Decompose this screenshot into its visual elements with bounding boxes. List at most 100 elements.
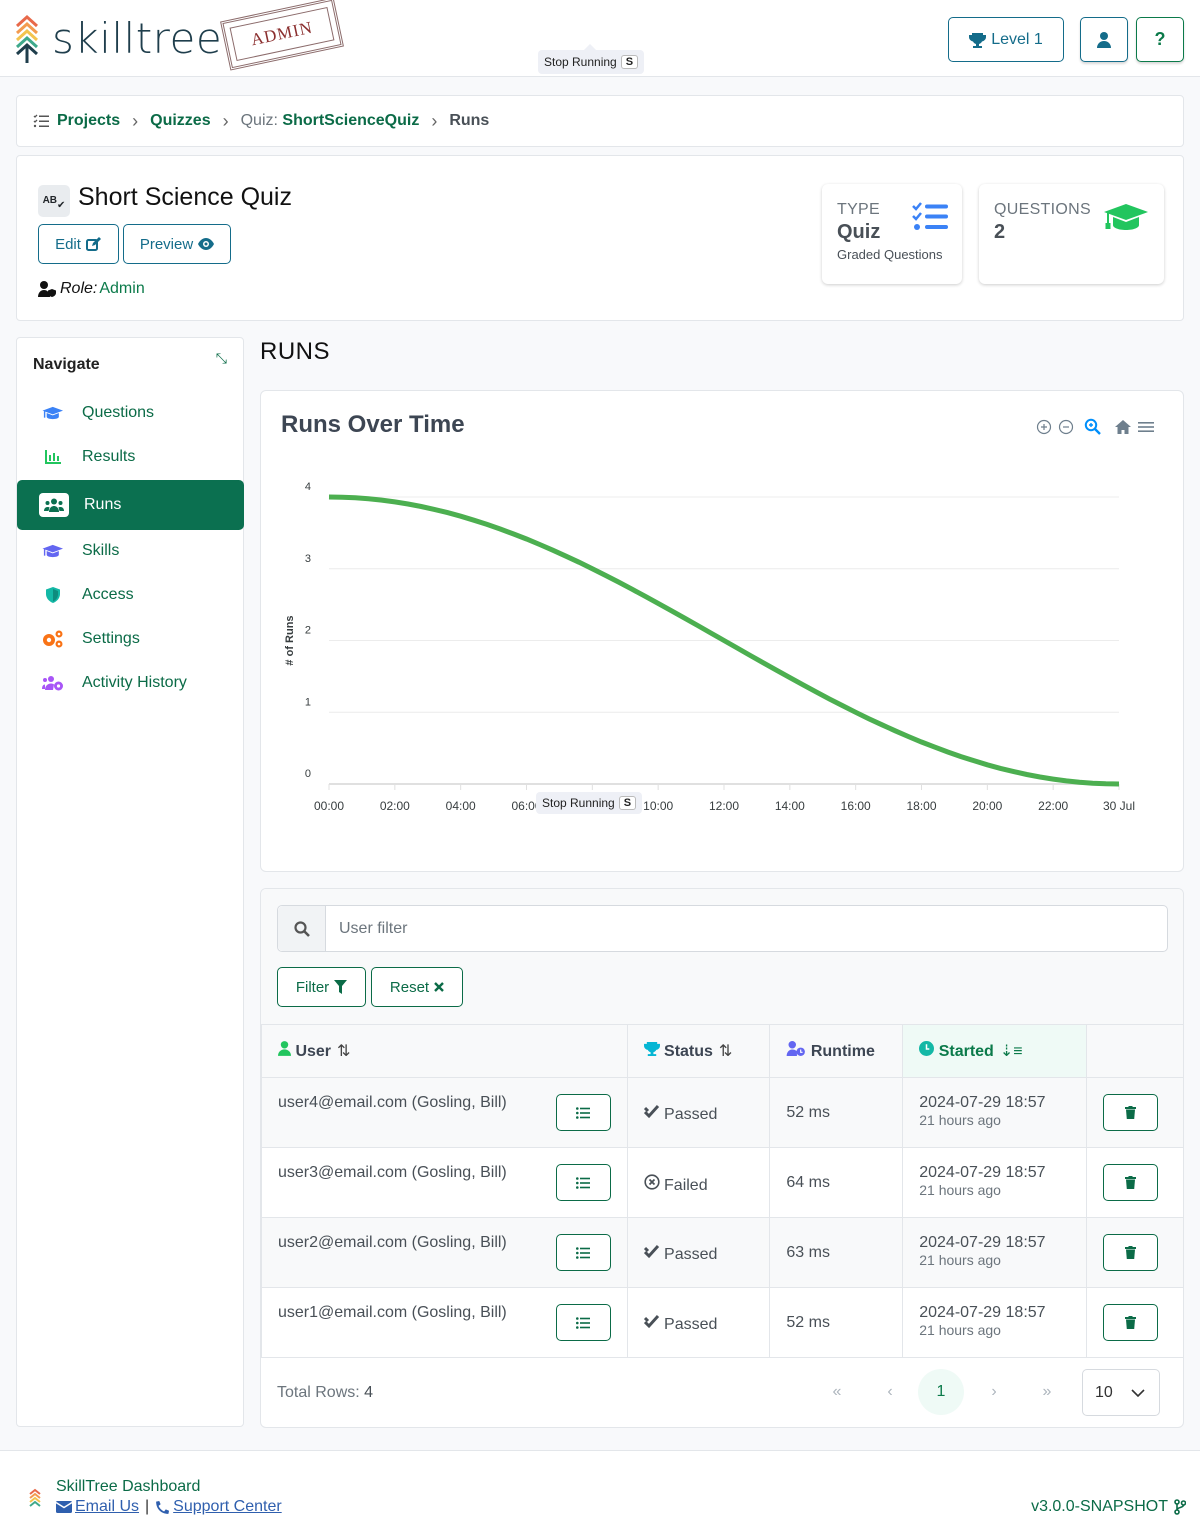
user-profile-button[interactable] [1080,17,1128,62]
runtime-cell: 64 ms [769,1147,904,1218]
view-run-details-button[interactable] [555,1304,611,1341]
view-run-details-button[interactable] [555,1234,611,1271]
started-relative: 21 hours ago [919,1182,1001,1198]
email-us-link[interactable]: Email Us [75,1498,139,1516]
trophy-icon [969,32,987,48]
breadcrumb-quizzes[interactable]: Quizzes [150,112,210,130]
runtime-cell: 63 ms [769,1217,904,1288]
x-tick-label: 10:00 [643,799,673,813]
started-date: 2024-07-29 18:57 [919,1094,1046,1111]
sidebar-item-activity-history[interactable]: Activity History [17,658,244,708]
status-cell: Passed [626,1287,771,1358]
tasks-icon [912,202,948,230]
skilltree-logo[interactable]: skilltree [14,14,222,64]
total-rows: Total Rows: 4 [277,1384,374,1401]
collapse-sidebar-icon[interactable]: ⤡ [216,350,227,367]
page-footer: SkillTree Dashboard Email Us | Support C… [0,1450,1200,1540]
user-filter-input[interactable] [326,906,1167,951]
user-clock-icon [787,1041,806,1056]
table-row: user4@email.com (Gosling, Bill) Passed 52… [261,1077,1183,1148]
help-button[interactable]: ? [1136,17,1184,62]
shield-icon [39,584,67,606]
sidebar-nav: Navigate ⤡ Questions Results Runs Skills… [16,337,244,1427]
sort-icon: ⇅ [718,1043,733,1060]
last-page-button[interactable]: » [1024,1369,1070,1415]
close-icon [434,982,444,992]
page-title: Short Science Quiz [78,183,292,211]
sidebar-item-runs[interactable]: Runs [17,480,244,530]
user-role: Role: Admin [38,280,145,298]
column-header-user[interactable]: User ⇅ [261,1024,628,1078]
x-tick-label: 02:00 [380,799,410,813]
delete-run-button[interactable] [1102,1234,1158,1271]
sidebar-item-results[interactable]: Results [17,432,244,482]
breadcrumb-current: Runs [449,112,490,129]
started-cell: 2024-07-29 18:57 21 hours ago [902,1287,1087,1358]
delete-run-button[interactable] [1102,1164,1158,1201]
section-title: RUNS [260,338,331,365]
column-header-started[interactable]: Started ⇣≡ [902,1024,1087,1078]
status-cell: Passed [626,1217,771,1288]
users-cog-icon [39,672,67,694]
view-run-details-button[interactable] [555,1094,611,1131]
started-relative: 21 hours ago [919,1322,1001,1338]
filter-button[interactable]: Filter [277,967,366,1007]
logo-text: skilltree [52,14,223,63]
support-center-link[interactable]: Support Center [173,1498,282,1516]
delete-run-button[interactable] [1102,1304,1158,1341]
delete-run-button[interactable] [1102,1094,1158,1131]
stat-card-type: TYPE Quiz Graded Questions [822,184,962,284]
first-page-button[interactable]: « [814,1369,860,1415]
eye-icon [198,238,215,250]
status-text: Passed [664,1316,718,1333]
x-tick-label: 20:00 [972,799,1002,813]
user-shield-icon [38,281,56,297]
chevron-right-icon: › [132,110,139,131]
runtime-cell: 52 ms [769,1287,904,1358]
started-date: 2024-07-29 18:57 [919,1164,1046,1181]
breadcrumb-projects[interactable]: Projects [57,112,120,130]
top-header: skilltree ADMIN Stop Running S Level 1 ? [0,0,1200,77]
prev-page-button[interactable]: ‹ [867,1369,913,1415]
skilltree-tree-icon [15,14,39,63]
started-relative: 21 hours ago [919,1252,1001,1268]
table-row: user1@email.com (Gosling, Bill) Passed 52… [261,1287,1183,1358]
column-header-status[interactable]: Status ⇅ [626,1024,771,1078]
breadcrumb-quiz[interactable]: ShortScienceQuiz [282,112,419,130]
list-check-icon [33,114,49,128]
y-tick-label: 0 [305,768,311,780]
filter-zone: Filter Reset [261,889,1183,1024]
admin-stamp: ADMIN [220,0,344,71]
chart-bar-icon [39,446,67,468]
sidebar-item-settings[interactable]: Settings [17,614,244,664]
view-run-details-button[interactable] [555,1164,611,1201]
user-filter-group [277,905,1168,952]
actions-cell [1085,1077,1183,1148]
status-text: Failed [664,1177,708,1194]
rows-per-page-select[interactable]: 10 [1082,1369,1160,1416]
sidebar-item-access[interactable]: Access [17,570,244,620]
sidebar-item-questions[interactable]: Questions [17,388,244,438]
sort-desc-icon: ⇣≡ [999,1043,1023,1060]
next-page-button[interactable]: › [971,1369,1017,1415]
edit-quiz-button[interactable]: Edit [38,224,119,264]
cogs-icon [39,628,67,650]
footer-title: SkillTree Dashboard [56,1478,201,1495]
level-button[interactable]: Level 1 [948,17,1064,62]
graduation-cap-icon [39,540,67,562]
stop-running-tooltip-overlay: Stop Running S [536,792,643,814]
code-branch-icon [1174,1499,1186,1515]
check-double-icon [643,1244,659,1259]
user-cell: user2@email.com (Gosling, Bill) [261,1217,628,1288]
page-1-button[interactable]: 1 [918,1369,964,1415]
status-text: Passed [664,1246,718,1263]
check-double-icon [643,1104,659,1119]
reset-button[interactable]: Reset [371,967,463,1007]
preview-quiz-button[interactable]: Preview [123,224,231,264]
times-circle-icon [643,1174,660,1190]
user-cell: user3@email.com (Gosling, Bill) [261,1147,628,1218]
sidebar-item-skills[interactable]: Skills [17,526,244,576]
trash-icon [1124,1316,1136,1329]
clock-icon [919,1041,935,1056]
sort-icon: ⇅ [337,1043,351,1060]
